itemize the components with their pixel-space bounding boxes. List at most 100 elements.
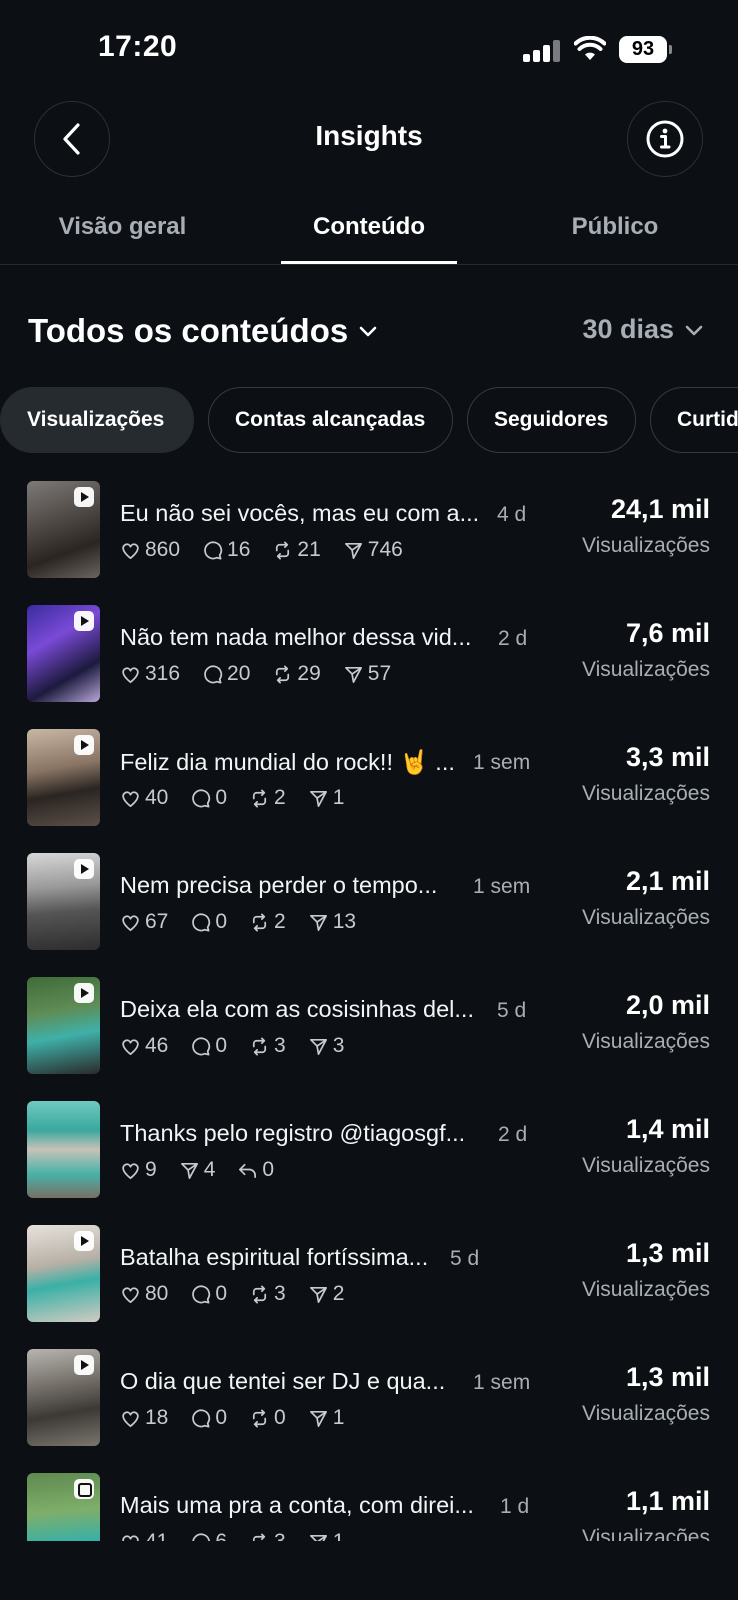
share-count: 1 [333,1530,345,1541]
heart-icon [122,914,139,931]
video-badge-icon [74,611,94,631]
post-metric-label: Visualizações [581,1030,710,1053]
comment-count: 16 [227,538,251,561]
post-thumbnail [27,729,100,826]
content-type-dropdown[interactable]: Todos os conteúdos [28,312,378,350]
post-list: Eu não sei vocês, mas eu com a... 4 d 86… [0,474,738,1541]
share-icon [344,666,362,683]
list-item[interactable]: Eu não sei vocês, mas eu com a... 4 d 86… [0,474,738,598]
comment-count: 0 [215,1406,228,1429]
share-icon [309,1410,327,1427]
post-caption: Thanks pelo registro @tiagosgf... [120,1120,466,1146]
post-metric-label: Visualizações [581,1278,710,1301]
tab-content[interactable]: Conteúdo [281,213,457,241]
list-item[interactable]: Feliz dia mundial do rock!! 🤘 ... 1 sem … [0,722,738,846]
repost-icon [252,1037,267,1055]
repost-icon [252,789,267,807]
insights-screen: 17:20 93 Insights Visão geral Conteúdo P… [0,0,738,1600]
chip-likes[interactable]: Curtid [650,387,738,453]
comment-icon [192,1036,211,1055]
list-item[interactable]: Deixa ela com as cosisinhas del... 5 d 4… [0,970,738,1094]
repost-icon [252,913,267,931]
repost-count: 29 [297,662,321,685]
content-type-label: Todos os conteúdos [28,312,349,349]
share-icon [309,1038,327,1055]
list-item[interactable]: Thanks pelo registro @tiagosgf... 2 d 9 … [0,1094,738,1218]
heart-icon [122,666,139,683]
battery-icon: 93 [619,36,673,63]
post-age: 1 d [500,1495,530,1518]
post-age: 5 d [497,999,527,1022]
post-metric-label: Visualizações [581,1526,710,1541]
share-icon [309,1534,327,1541]
info-button[interactable] [627,101,703,177]
post-caption: O dia que tentei ser DJ e qua... [120,1368,446,1394]
comment-count: 0 [215,910,228,933]
post-caption: Feliz dia mundial do rock!! 🤘 ... [120,749,455,775]
list-item[interactable]: Batalha espiritual fortíssima... 5 d 80 … [0,1218,738,1342]
post-thumbnail [27,1225,100,1322]
list-item[interactable]: Nem precisa perder o tempo... 1 sem 67 0… [0,846,738,970]
post-age: 4 d [497,503,527,526]
list-item[interactable]: O dia que tentei ser DJ e qua... 1 sem 1… [0,1342,738,1466]
repost-icon [276,665,290,683]
post-metric-value: 7,6 mil [625,618,710,648]
post-metric-label: Visualizações [581,906,710,929]
repost-count: 3 [274,1282,286,1305]
list-item[interactable]: Mais uma pra a conta, com direi... 1 d 4… [0,1466,738,1541]
like-count: 9 [145,1158,157,1181]
post-thumbnail [27,1473,100,1541]
post-age: 5 d [450,1247,480,1270]
period-dropdown[interactable]: 30 dias [582,314,704,345]
comment-icon [192,912,211,931]
post-caption: Nem precisa perder o tempo... [120,872,438,898]
info-icon [646,120,684,158]
share-count: 4 [203,1158,216,1181]
share-icon [180,1162,198,1179]
carousel-badge-icon [74,1479,94,1499]
post-metric-label: Visualizações [581,1154,710,1177]
share-count: 1 [332,786,345,809]
post-metric-value: 1,3 mil [625,1238,710,1268]
share-count: 746 [367,538,403,561]
status-bar: 17:20 93 [0,0,738,100]
post-caption: Mais uma pra a conta, com direi... [120,1492,474,1518]
share-count: 57 [367,662,392,685]
metric-chips: Visualizações Contas alcançadas Seguidor… [0,387,738,453]
post-age: 1 sem [473,1371,531,1394]
chevron-down-icon [685,325,703,335]
chip-followers[interactable]: Seguidores [467,387,636,453]
video-badge-icon [74,859,94,879]
post-stats: 860 16 21 746 [120,538,425,562]
tab-bar: Visão geral Conteúdo Público [0,195,738,265]
tab-audience[interactable]: Público [545,213,685,241]
like-count: 18 [145,1406,169,1429]
list-item[interactable]: Não tem nada melhor dessa vid... 2 d 316… [0,598,738,722]
share-count: 3 [332,1034,345,1057]
chip-accounts-reached[interactable]: Contas alcançadas [208,387,453,453]
comment-icon [192,788,211,807]
heart-icon [122,790,139,807]
post-thumbnail [27,977,100,1074]
post-metric-value: 1,4 mil [625,1114,710,1144]
post-stats: 67 0 2 13 [120,910,378,934]
post-metric-value: 2,1 mil [625,866,710,896]
heart-icon [122,1410,139,1427]
repost-count: 3 [274,1034,286,1057]
like-count: 67 [145,910,169,933]
post-metric-label: Visualizações [581,782,710,805]
post-thumbnail [27,1349,100,1446]
post-age: 1 sem [473,875,531,898]
chip-views[interactable]: Visualizações [0,387,194,453]
repost-icon [252,1409,267,1427]
repost-count: 3 [274,1530,286,1541]
tab-overview[interactable]: Visão geral [50,213,195,241]
post-metric-value: 1,1 mil [625,1486,710,1516]
post-stats: 41 6 3 1 [120,1530,366,1541]
like-count: 860 [145,538,181,561]
video-badge-icon [74,487,94,507]
reply-count: 0 [262,1158,275,1181]
post-age: 1 sem [473,751,531,774]
post-stats: 46 0 3 3 [120,1034,366,1058]
repost-count: 0 [274,1406,286,1429]
